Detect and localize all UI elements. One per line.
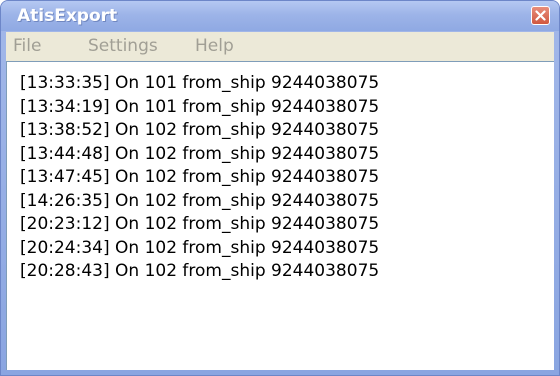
- menu-bar: File Settings Help: [6, 32, 554, 61]
- log-line: [13:44:48] On 102 from_ship 9244038075: [20, 143, 380, 164]
- log-list[interactable]: [13:33:35] On 101 from_ship 9244038075 […: [6, 61, 554, 370]
- menu-help[interactable]: Help: [195, 36, 234, 56]
- log-line: [20:23:12] On 102 from_ship 9244038075: [20, 214, 380, 234]
- log-line: [20:28:43] On 102 from_ship 9244038075: [20, 261, 380, 281]
- log-line: [20:24:34] On 102 from_ship 9244038075: [20, 237, 380, 258]
- app-window: AtisExport File Settings Help [13:33:35]…: [0, 0, 560, 376]
- title-bar[interactable]: AtisExport: [1, 1, 559, 31]
- log-line: [13:33:35] On 101 from_ship 9244038075: [20, 73, 380, 93]
- log-line: [13:38:52] On 102 from_ship 9244038075: [20, 120, 380, 140]
- close-icon: [535, 10, 546, 21]
- log-line: [14:26:35] On 102 from_ship 9244038075: [20, 190, 380, 211]
- log-line: [13:34:19] On 101 from_ship 9244038075: [20, 96, 380, 117]
- menu-settings[interactable]: Settings: [88, 36, 158, 56]
- window-title: AtisExport: [17, 6, 118, 26]
- log-line: [13:47:45] On 102 from_ship 9244038075: [20, 167, 380, 187]
- menu-file[interactable]: File: [13, 36, 41, 56]
- close-button[interactable]: [531, 6, 550, 25]
